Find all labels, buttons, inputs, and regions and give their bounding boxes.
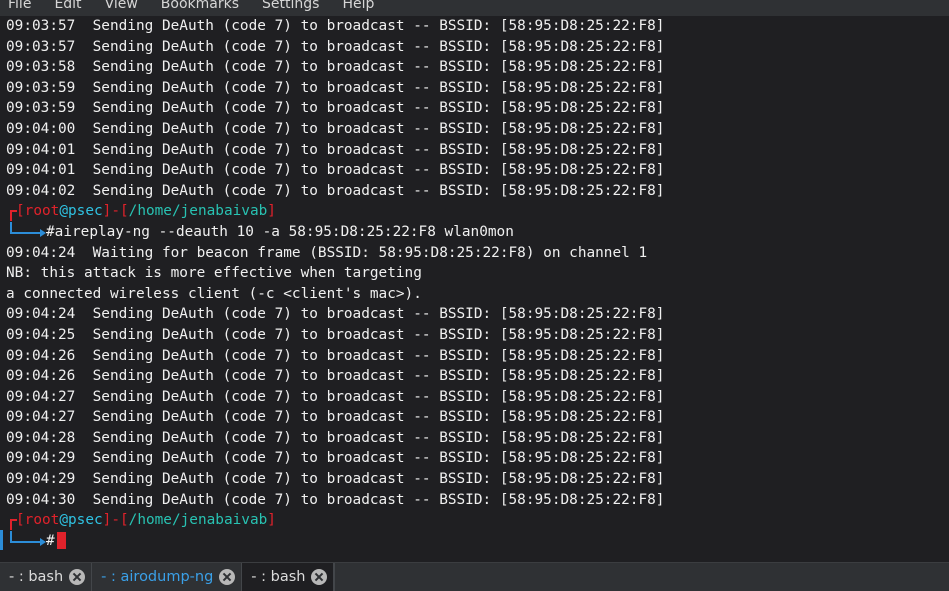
output-line: 09:04:26 Sending DeAuth (code 7) to broa… (6, 368, 665, 385)
output-line: 09:03:57 Sending DeAuth (code 7) to broa… (6, 18, 665, 34)
prompt-arrow-icon (6, 530, 46, 551)
close-icon[interactable] (311, 569, 328, 585)
text-cursor (56, 532, 66, 550)
tab-label: - : bash (9, 569, 64, 585)
prompt-user: root (24, 512, 60, 529)
input-line[interactable]: # (6, 530, 664, 552)
output-line: 09:03:58 Sending DeAuth (code 7) to broa… (6, 59, 665, 76)
prompt-corner-icon (6, 510, 17, 531)
output-line: 09:03:59 Sending DeAuth (code 7) to broa… (6, 79, 665, 96)
tab-bash-2[interactable]: - : bash (242, 563, 335, 591)
prompt-user: root (24, 203, 60, 220)
menu-settings[interactable]: Settings (262, 0, 319, 12)
output-line: 09:04:01 Sending DeAuth (code 7) to broa… (6, 141, 665, 158)
prompt-at: @ (59, 203, 68, 220)
output-line: 09:04:28 Sending DeAuth (code 7) to broa… (6, 429, 665, 446)
output-line: 09:04:27 Sending DeAuth (code 7) to broa… (6, 388, 665, 405)
tab-label: - : bash (251, 569, 306, 585)
output-line: NB: this attack is more effective when t… (6, 265, 422, 282)
prompt-host: psec (68, 203, 103, 220)
menu-file[interactable]: File (8, 0, 31, 12)
menu-edit[interactable]: Edit (54, 0, 81, 12)
prompt-hash: # (46, 223, 55, 240)
prompt-arrow-icon (6, 221, 46, 242)
output-line: 09:04:29 Sending DeAuth (code 7) to broa… (6, 471, 665, 488)
output-line: 09:03:57 Sending DeAuth (code 7) to broa… (6, 38, 665, 55)
terminal-view[interactable]: 09:03:57 Sending DeAuth (code 7) to broa… (0, 16, 949, 562)
prompt-line: [root@psec]-[/home/jenabaivab] (6, 510, 664, 531)
output-line: 09:04:00 Sending DeAuth (code 7) to broa… (6, 120, 665, 137)
output-line: 09:04:02 Sending DeAuth (code 7) to broa… (6, 182, 665, 199)
output-line: 09:04:24 Sending DeAuth (code 7) to broa… (6, 306, 665, 323)
prompt-directory: /home/jenabaivab (128, 203, 268, 220)
output-line: 09:04:29 Sending DeAuth (code 7) to broa… (6, 450, 665, 467)
tab-label: - : airodump-ng (101, 569, 214, 585)
menu-help[interactable]: Help (342, 0, 374, 12)
active-line-indicator (0, 530, 3, 550)
prompt-at: @ (59, 512, 68, 529)
menu-bookmarks[interactable]: Bookmarks (161, 0, 239, 12)
command-line: #aireplay-ng --deauth 10 -a 58:95:D8:25:… (6, 221, 664, 243)
tab-bash-1[interactable]: - : bash (0, 563, 93, 591)
prompt-directory: /home/jenabaivab (128, 512, 268, 529)
terminal-output: 09:03:57 Sending DeAuth (code 7) to broa… (6, 16, 664, 551)
tab-airodump-ng[interactable]: - : airodump-ng (92, 563, 243, 591)
output-line: 09:04:26 Sending DeAuth (code 7) to broa… (6, 347, 665, 364)
output-line: a connected wireless client (-c <client'… (6, 285, 422, 302)
menu-bar: File Edit View Bookmarks Settings Help (0, 0, 949, 16)
prompt-host: psec (68, 512, 103, 529)
prompt-corner-icon (6, 201, 17, 222)
command-text: aireplay-ng --deauth 10 -a 58:95:D8:25:2… (54, 223, 514, 240)
close-icon[interactable] (69, 569, 86, 585)
output-line: 09:04:27 Sending DeAuth (code 7) to broa… (6, 409, 665, 426)
prompt-line: [root@psec]-[/home/jenabaivab] (6, 201, 664, 222)
output-line: 09:04:24 Waiting for beacon frame (BSSID… (6, 244, 648, 261)
output-line: 09:04:25 Sending DeAuth (code 7) to broa… (6, 326, 665, 343)
menu-view[interactable]: View (105, 0, 138, 12)
output-line: 09:04:01 Sending DeAuth (code 7) to broa… (6, 162, 665, 179)
output-line: 09:04:30 Sending DeAuth (code 7) to broa… (6, 491, 665, 508)
output-line: 09:03:59 Sending DeAuth (code 7) to broa… (6, 100, 665, 117)
close-icon[interactable] (219, 569, 236, 585)
prompt-hash: # (46, 532, 55, 549)
tab-bar: - : bash - : airodump-ng - : bash (0, 562, 949, 591)
tab-bar-empty-area[interactable] (334, 563, 949, 591)
